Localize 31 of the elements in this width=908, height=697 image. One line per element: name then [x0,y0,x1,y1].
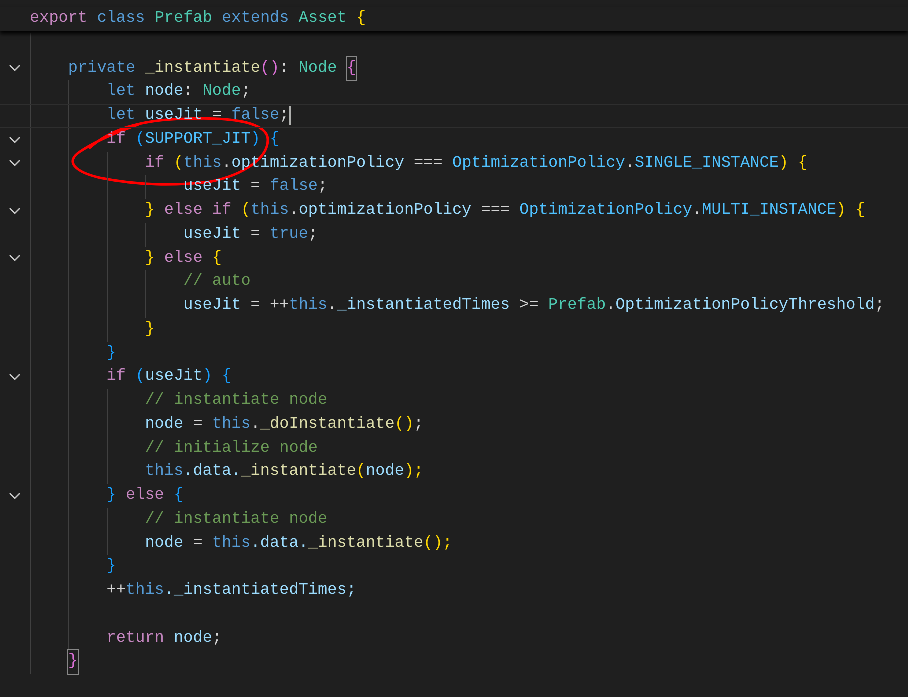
code-line: } [145,318,155,340]
code-line: if (SUPPORT_JIT) { [106,128,280,150]
code-line: useJit = true; [184,224,318,245]
code-line: node = this.data._instantiate(); [145,532,452,554]
code-line: let node: Node; [106,81,251,102]
code-line: } [106,556,116,578]
fold-chevron-icon[interactable] [9,64,21,72]
fold-chevron-icon[interactable] [9,159,21,168]
code-line: } [106,342,116,364]
code-line: return node; [106,628,222,648]
code-line: export class Prefab extends Asset { [30,8,366,29]
code-line: // initialize node [145,438,318,458]
code-line: if (useJit) { [106,366,232,388]
code-line: useJit = false; [184,176,328,198]
code-line: private _instantiate(): Node { [68,56,356,80]
fold-chevron-icon[interactable] [9,492,21,500]
code-line: } else if (this.optimizationPolicy === OptimizationPolicy.MULTI_INSTANCE) { [145,200,866,221]
fold-chevron-icon[interactable] [9,373,21,382]
code-line: this.data._instantiate(node); [145,461,424,482]
code-line: useJit = ++this._instantiatedTimes >= Prefab.OptimizationPolicyThreshold; [184,295,885,316]
code-line: // auto [184,271,251,292]
code-line: // instantiate node [145,390,328,411]
code-line: } [68,650,78,674]
code-line: } else { [145,248,222,268]
code-line: node = this._doInstantiate(); [145,414,424,435]
code-line: // instantiate node [145,508,328,530]
code-line: } else { [106,485,184,506]
fold-chevron-icon[interactable] [9,136,21,144]
code-line: ++this._instantiatedTimes; [106,580,356,601]
fold-chevron-icon[interactable] [9,254,21,262]
fold-chevron-icon[interactable] [9,206,21,215]
